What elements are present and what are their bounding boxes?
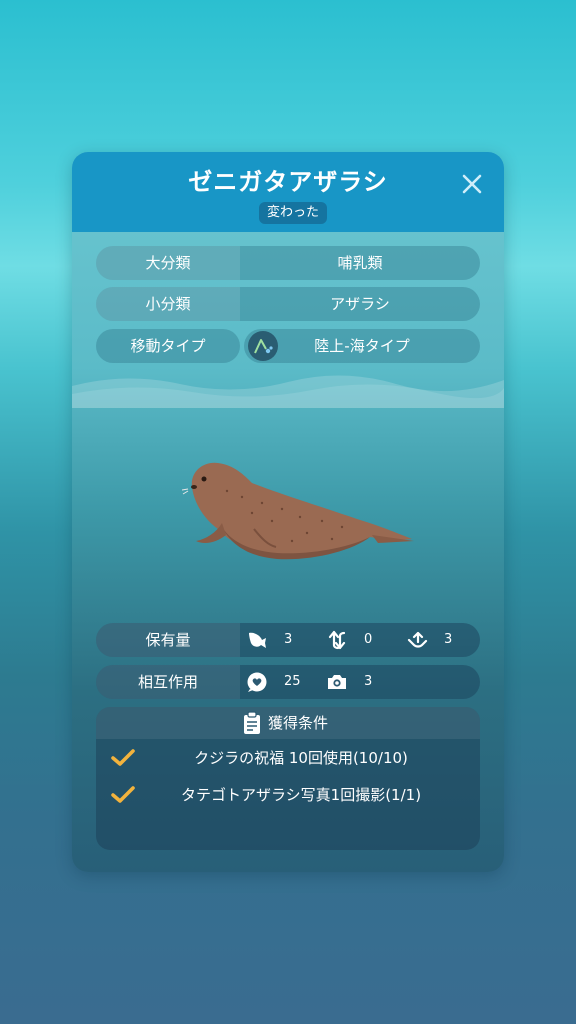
condition-text: クジラの祝福 10回使用(10/10) (194, 749, 408, 767)
hand-give-icon (407, 631, 428, 648)
interaction-row: 相互作用 25 3 (96, 665, 480, 699)
holding-fish-count: 3 (284, 632, 293, 647)
conditions-title: 獲得条件 (268, 714, 329, 732)
holdings-row: 保有量 3 0 3 (96, 623, 480, 657)
holdings-label: 保有量 (96, 623, 240, 657)
water-wave-divider (72, 375, 504, 408)
condition-text: タテゴトアザラシ写真1回撮影(1/1) (180, 786, 422, 804)
conditions-header: 獲得条件 (96, 707, 480, 739)
seal-illustration (182, 462, 414, 560)
creature-detail-card: ゼニガタアザラシ 変わった 大分類 哺乳類 小分類 アザラシ 移動タイプ 陸上-… (72, 152, 504, 872)
major-class-row: 大分類 哺乳類 (96, 246, 480, 280)
check-icon (111, 749, 135, 766)
interaction-label: 相互作用 (96, 665, 240, 699)
major-class-value: 哺乳類 (337, 254, 383, 272)
minor-class-row: 小分類 アザラシ (96, 287, 480, 321)
clipboard-icon (244, 711, 260, 734)
acquisition-conditions: 獲得条件 クジラの祝福 10回使用(10/10) タテゴトアザラシ写真1回撮影(… (96, 707, 480, 850)
move-type-value-box: 陸上-海タイプ (244, 329, 480, 363)
minor-class-label: 小分類 (96, 287, 240, 321)
minor-class-value: アザラシ (330, 295, 390, 313)
camera-icon (328, 675, 346, 689)
move-type-value: 陸上-海タイプ (314, 337, 410, 355)
major-class-label: 大分類 (96, 246, 240, 280)
condition-item: タテゴトアザラシ写真1回撮影(1/1) (96, 780, 480, 810)
close-button[interactable] (458, 170, 486, 198)
condition-item: クジラの祝福 10回使用(10/10) (96, 743, 480, 773)
interaction-hearts-count: 25 (284, 674, 301, 689)
check-icon (111, 786, 135, 803)
holding-give-count: 3 (444, 632, 453, 647)
heart-bubble-icon (247, 672, 267, 692)
creature-trait-badge: 変わった (259, 202, 328, 224)
move-type-label: 移動タイプ (96, 329, 240, 363)
exchange-arrows-icon (328, 630, 346, 650)
card-header: ゼニガタアザラシ 変わった (72, 152, 504, 232)
move-type-row: 移動タイプ 陸上-海タイプ (96, 329, 480, 363)
fish-icon (249, 632, 266, 648)
interaction-photos-count: 3 (364, 674, 373, 689)
creature-name: ゼニガタアザラシ (188, 168, 388, 196)
holding-exchange-count: 0 (364, 632, 373, 647)
close-icon (462, 174, 482, 194)
